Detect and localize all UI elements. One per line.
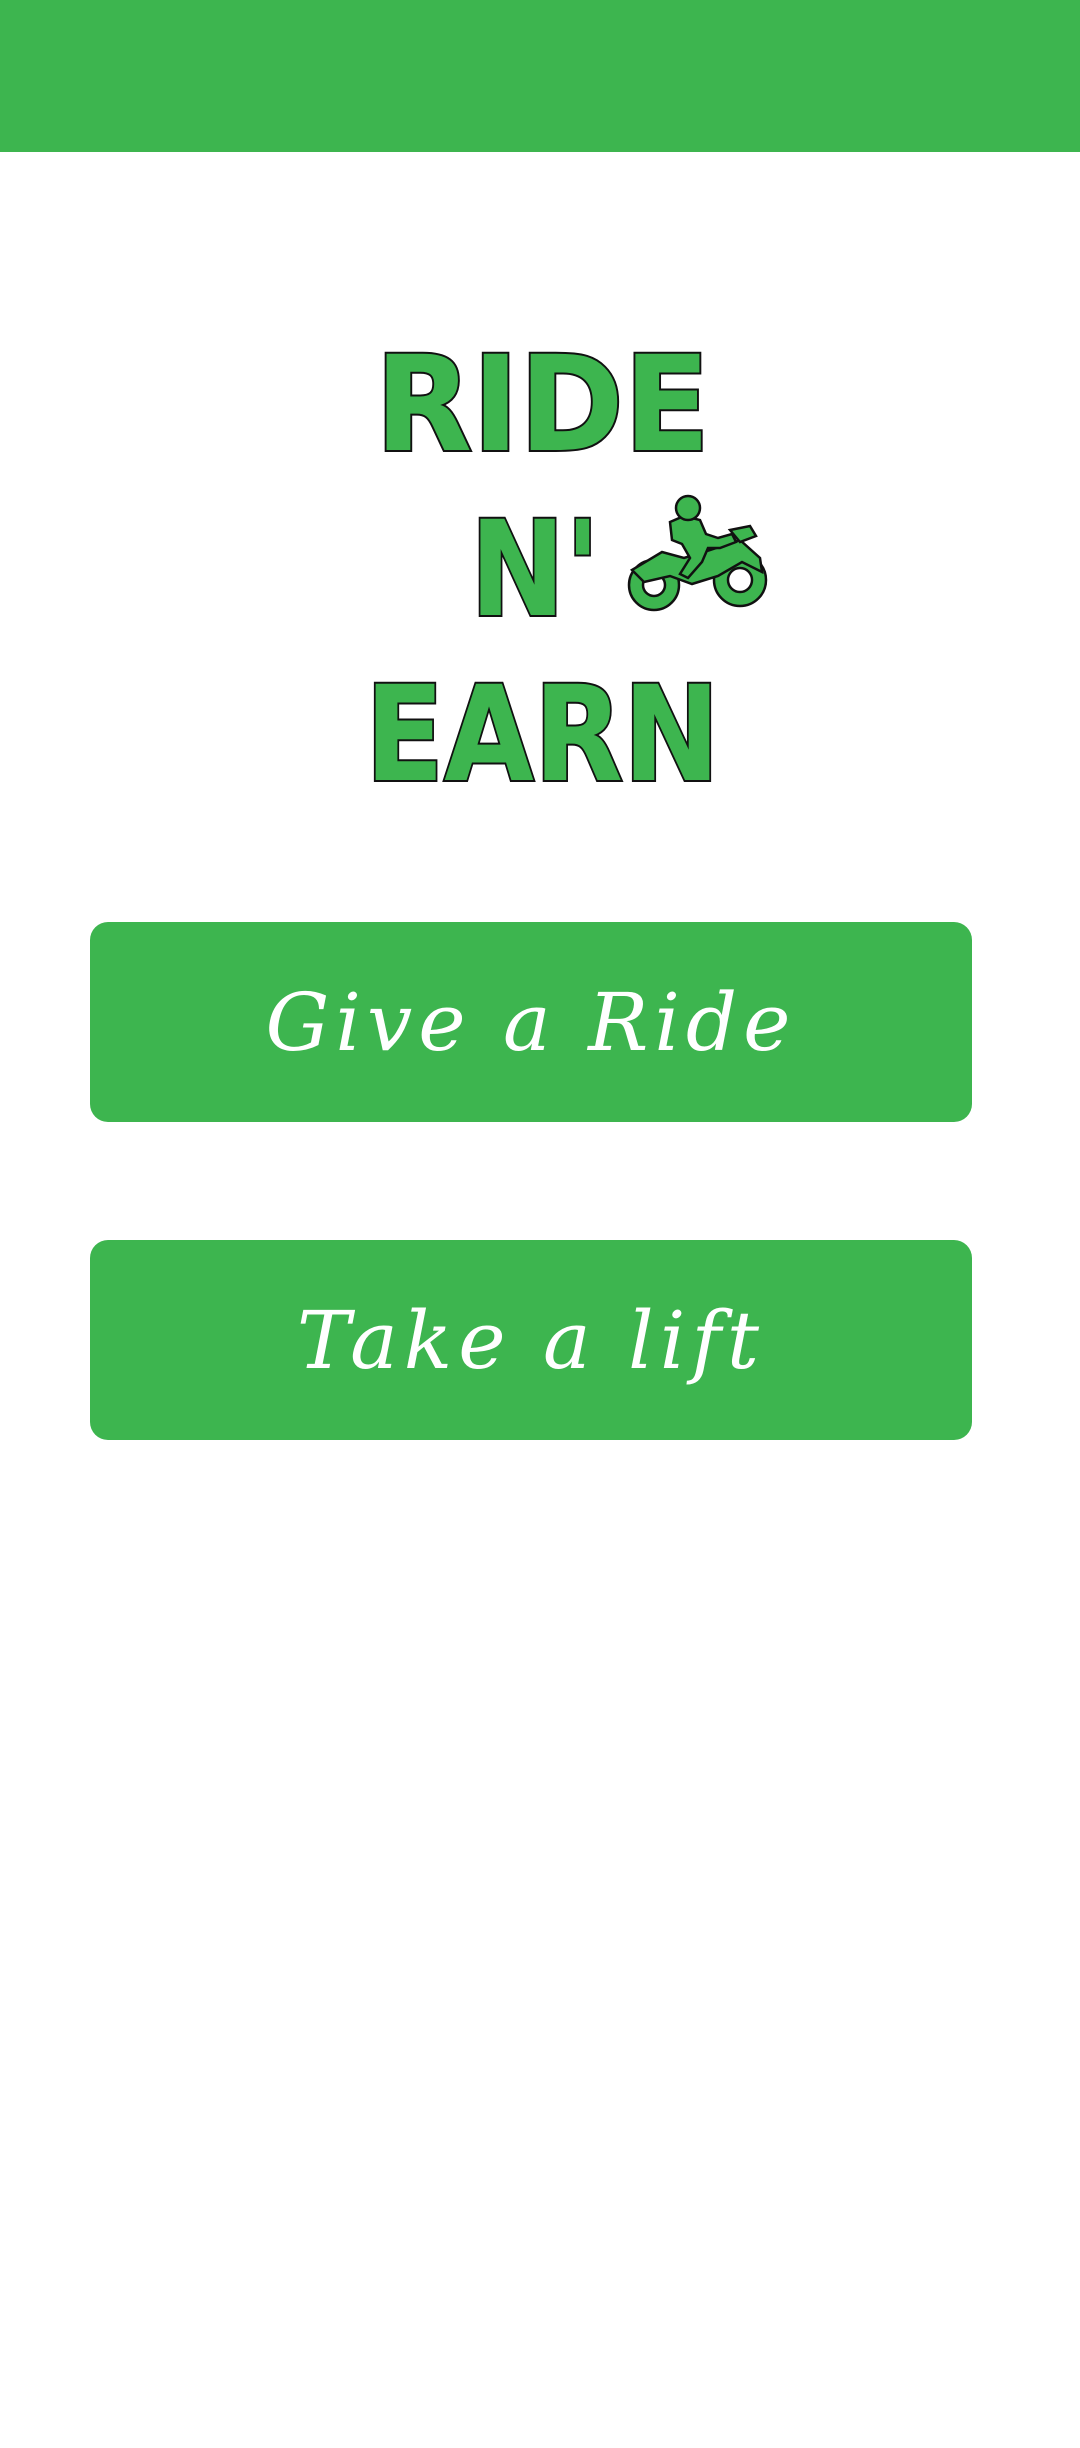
take-a-lift-button[interactable]: Take a lift — [90, 1240, 972, 1440]
app-bar — [0, 0, 1080, 152]
logo-word-earn: EARN — [365, 658, 720, 800]
logo-word-n: N' — [470, 493, 600, 647]
motorcycle-rider-icon — [627, 494, 768, 612]
app-logo: RIDE N' EARN — [350, 320, 790, 800]
give-a-ride-button[interactable]: Give a Ride — [90, 922, 972, 1122]
logo-word-ride: RIDE — [375, 328, 710, 482]
